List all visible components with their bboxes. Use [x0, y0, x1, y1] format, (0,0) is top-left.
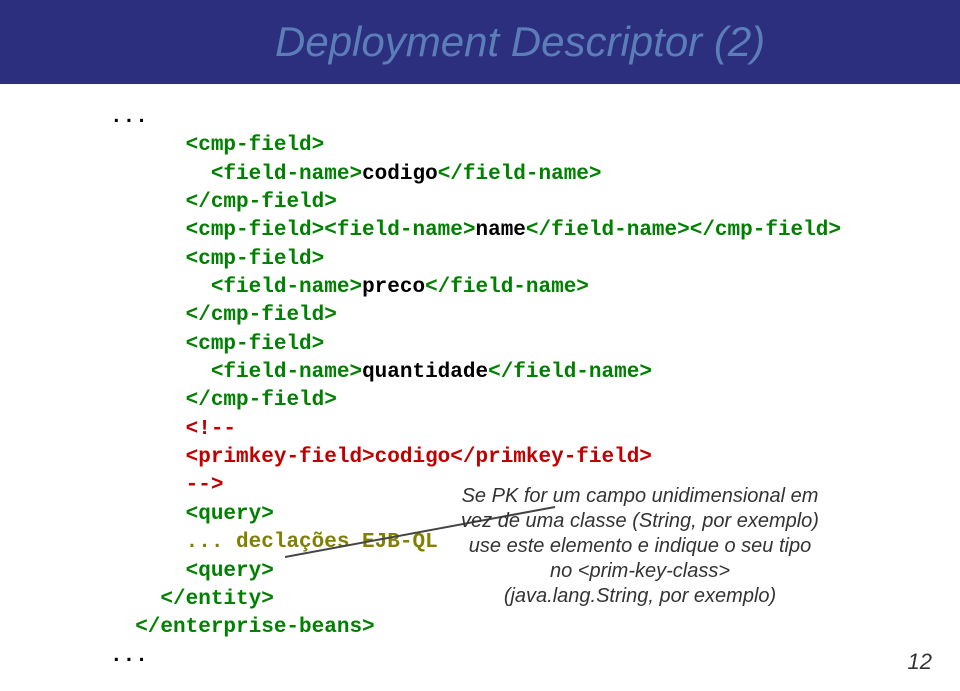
code-value: preco	[362, 276, 425, 299]
callout-line: Se PK for um campo unidimensional em	[430, 484, 850, 509]
code-tag: <cmp-field>	[186, 134, 325, 157]
code-tag: </field-name></cmp-field>	[526, 219, 841, 242]
code-tag: <query>	[186, 503, 274, 526]
slide-header: Deployment Descriptor (2)	[0, 0, 960, 84]
code-tag: </cmp-field>	[186, 389, 337, 412]
callout-line: (java.lang.String, por exemplo)	[430, 584, 850, 609]
code-tag: <cmp-field><field-name>	[186, 219, 476, 242]
code-value: codigo	[362, 163, 438, 186]
code-comment: <!--	[186, 418, 236, 441]
code-tag: </field-name>	[425, 276, 589, 299]
code-tag: <cmp-field>	[186, 248, 325, 271]
code-comment: codigo	[375, 446, 451, 469]
code-tag: <field-name>	[186, 163, 362, 186]
code-value: name	[475, 219, 525, 242]
code-text: ...	[110, 645, 148, 668]
callout-line: use este elemento e indique o seu tipo	[430, 534, 850, 559]
callout-line: no <prim-key-class>	[430, 559, 850, 584]
code-tag: </cmp-field>	[186, 304, 337, 327]
code-comment: </primkey-field>	[450, 446, 652, 469]
page-number: 12	[908, 649, 932, 675]
code-tag: </field-name>	[438, 163, 602, 186]
code-comment: -->	[186, 474, 224, 497]
code-tag: <field-name>	[186, 276, 362, 299]
code-tag: </cmp-field>	[186, 191, 337, 214]
code-tag: </entity>	[110, 588, 274, 611]
slide-title: Deployment Descriptor (2)	[275, 18, 765, 66]
code-tag: </enterprise-beans>	[110, 616, 375, 639]
code-text: ...	[110, 106, 148, 129]
code-tag: </field-name>	[488, 361, 652, 384]
code-tag: <cmp-field>	[186, 333, 325, 356]
code-comment: <primkey-field>	[186, 446, 375, 469]
code-tag: <query>	[186, 560, 274, 583]
code-tag: <field-name>	[186, 361, 362, 384]
code-value: quantidade	[362, 361, 488, 384]
callout-line: vez de uma classe (String, por exemplo)	[430, 509, 850, 534]
callout-box: Se PK for um campo unidimensional em vez…	[430, 484, 850, 609]
slide-content: ... <cmp-field> <field-name>codigo</fiel…	[0, 84, 960, 671]
